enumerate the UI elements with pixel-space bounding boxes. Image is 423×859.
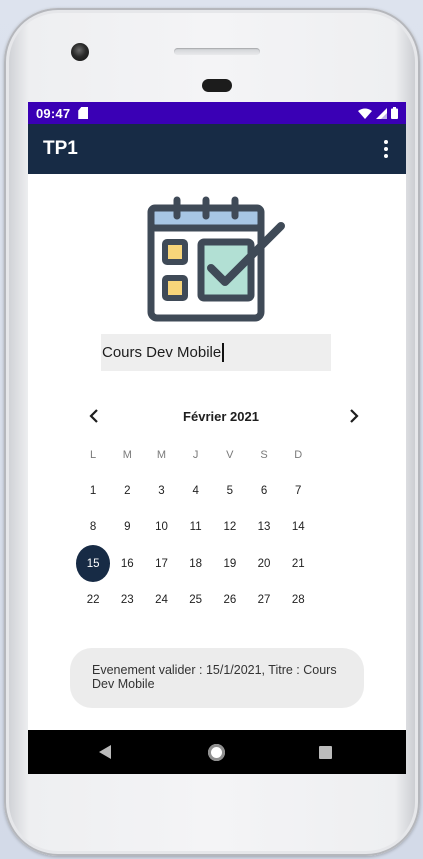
calendar-day-selected[interactable]: 15 [76, 545, 111, 583]
main-content: Cours Dev Mobile Février 2021 L M M J V … [28, 174, 406, 724]
app-bar: TP1 [28, 124, 406, 174]
calendar-day[interactable]: 16 [110, 546, 144, 582]
calendar-day[interactable]: 28 [281, 582, 315, 618]
calendar-day[interactable]: 4 [179, 473, 213, 509]
calendar-day[interactable]: 17 [144, 546, 178, 582]
calendar-day[interactable]: 24 [144, 582, 178, 618]
home-icon[interactable] [208, 744, 225, 761]
weekday-label: M [122, 449, 132, 461]
calendar-day[interactable]: 20 [247, 546, 281, 582]
calendar-day[interactable]: 14 [281, 509, 315, 545]
calendar-day[interactable]: 11 [179, 509, 213, 545]
app-title: TP1 [43, 138, 78, 159]
earpiece-speaker [174, 48, 260, 55]
recents-icon[interactable] [319, 746, 332, 759]
chevron-left-icon[interactable] [84, 406, 104, 426]
event-toast: Evenement valider : 15/1/2021, Titre : C… [70, 648, 364, 708]
signal-icon [376, 107, 387, 119]
calendar-day[interactable]: 13 [247, 509, 281, 545]
calendar-day[interactable]: 23 [110, 582, 144, 618]
status-bar: 09:47 [28, 102, 406, 124]
weekday-label: D [294, 449, 303, 461]
weekday-label: L [90, 449, 97, 461]
calendar-day[interactable]: 5 [213, 473, 247, 509]
calendar-day[interactable]: 19 [213, 546, 247, 582]
weekday-label: J [192, 449, 199, 461]
calendar-check-icon [147, 196, 285, 322]
battery-icon [391, 107, 398, 119]
phone-frame: 09:47 TP1 Cours Dev Mobile Février 2021 … [4, 8, 420, 856]
event-title-value: Cours Dev Mobile [102, 344, 222, 361]
status-time: 09:47 [36, 105, 71, 121]
calendar-day[interactable]: 9 [110, 509, 144, 545]
text-caret [222, 343, 224, 362]
calendar-day[interactable]: 2 [110, 473, 144, 509]
calendar-day[interactable]: 7 [281, 473, 315, 509]
calendar-view: Février 2021 L M M J V S D 1 2 3 4 5 6 7… [76, 402, 366, 618]
calendar-day[interactable]: 27 [247, 582, 281, 618]
sd-card-icon [78, 107, 89, 119]
calendar-month-label: Février 2021 [183, 408, 259, 424]
back-icon[interactable] [98, 745, 112, 759]
weekday-label: M [156, 449, 167, 461]
weekday-label: V [226, 449, 234, 461]
event-title-input[interactable]: Cours Dev Mobile [101, 334, 331, 371]
calendar-day[interactable]: 1 [76, 473, 110, 509]
calendar-days-grid: 1 2 3 4 5 6 7 8 9 10 11 12 13 14 15 16 1… [76, 473, 366, 618]
calendar-day[interactable]: 6 [247, 473, 281, 509]
calendar-day[interactable]: 22 [76, 582, 110, 618]
weekday-header: L M M J V S D [76, 445, 366, 465]
calendar-day[interactable]: 10 [144, 509, 178, 545]
device-screen: 09:47 TP1 Cours Dev Mobile Février 2021 … [28, 102, 406, 774]
calendar-day[interactable]: 8 [76, 509, 110, 545]
calendar-day[interactable]: 26 [213, 582, 247, 618]
calendar-day[interactable]: 12 [213, 509, 247, 545]
proximity-sensor [202, 79, 232, 92]
wifi-icon [358, 108, 372, 119]
calendar-day[interactable]: 21 [281, 546, 315, 582]
calendar-day[interactable]: 18 [179, 546, 213, 582]
more-vert-icon[interactable] [366, 124, 406, 174]
chevron-right-icon[interactable] [344, 406, 364, 426]
status-icons [358, 107, 398, 119]
calendar-day[interactable]: 25 [179, 582, 213, 618]
weekday-label: S [260, 449, 268, 461]
system-nav-bar [28, 730, 406, 774]
calendar-header: Février 2021 [76, 402, 366, 430]
toast-message: Evenement valider : 15/1/2021, Titre : C… [92, 663, 337, 691]
front-camera [71, 43, 89, 61]
calendar-day[interactable]: 3 [144, 473, 178, 509]
